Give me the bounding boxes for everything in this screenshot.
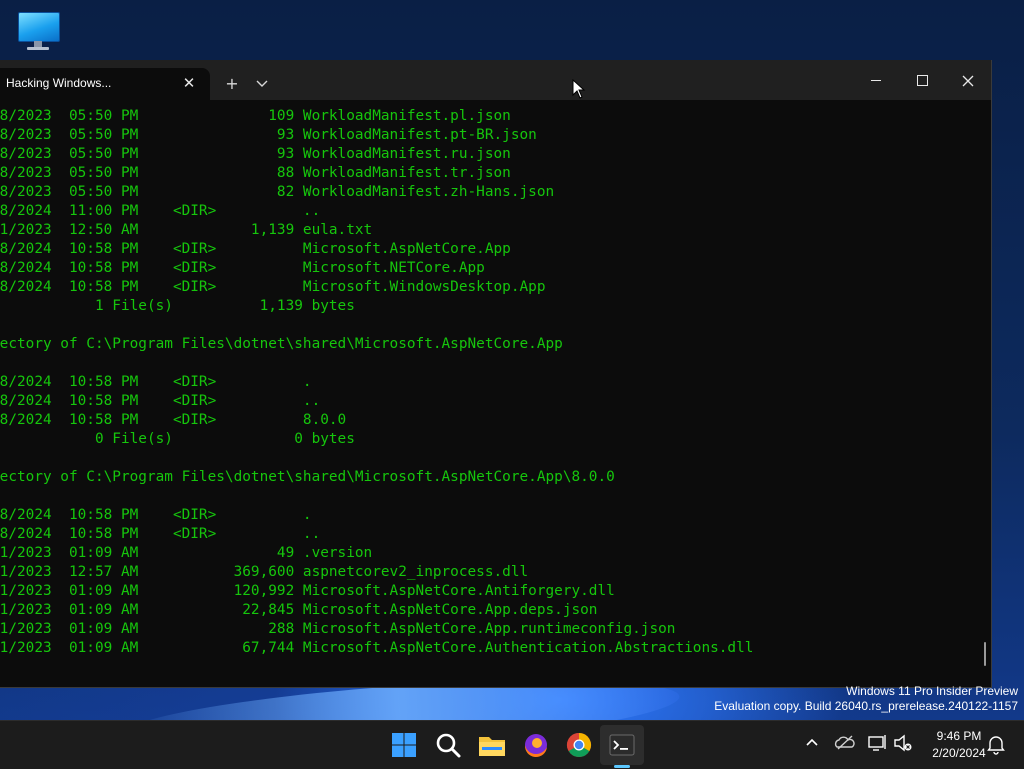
watermark-line-2: Evaluation copy. Build 26040.rs_prerelea…	[714, 699, 1018, 713]
maximize-button[interactable]	[899, 60, 945, 100]
console-line: 28/2023 05:50 PM 93 WorkloadManifest.ru.…	[0, 146, 511, 162]
onedrive-offline-icon[interactable]	[833, 731, 857, 755]
console-line: 28/2023 05:50 PM 88 WorkloadManifest.tr.…	[0, 165, 511, 181]
evaluation-watermark: Windows 11 Pro Insider Preview Evaluatio…	[714, 684, 1018, 714]
console-line: 28/2024 10:58 PM <DIR> Microsoft.Windows…	[0, 279, 546, 295]
close-tab-icon[interactable]: ✕	[180, 74, 198, 92]
console-line: rectory of C:\Program Files\dotnet\share…	[0, 469, 615, 485]
console-line: 01/2023 01:09 AM 22,845 Microsoft.AspNet…	[0, 602, 598, 618]
minimize-icon	[871, 80, 881, 81]
volume-muted-icon[interactable]	[891, 731, 915, 755]
console-line: 28/2024 10:58 PM <DIR> Microsoft.AspNetC…	[0, 241, 511, 257]
console-line: 0 File(s) 0 bytes	[0, 431, 355, 447]
console-line: 28/2024 10:58 PM <DIR> 8.0.0	[0, 412, 347, 428]
network-icon[interactable]	[865, 731, 889, 755]
watermark-line-1: Windows 11 Pro Insider Preview	[846, 684, 1018, 698]
console-line: 28/2024 10:58 PM <DIR> Microsoft.NETCore…	[0, 260, 485, 276]
console-line: 01/2023 01:09 AM 49 .version	[0, 545, 373, 561]
chevron-up-icon[interactable]	[800, 731, 824, 755]
console-line: 01/2023 01:09 AM 67,744 Microsoft.AspNet…	[0, 640, 754, 656]
taskbar: 9:46 PM 2/20/2024	[0, 720, 1024, 769]
console-line: 28/2023 05:50 PM 109 WorkloadManifest.pl…	[0, 108, 511, 124]
close-window-button[interactable]	[945, 60, 991, 100]
console-line: 1 File(s) 1,139 bytes	[0, 298, 355, 314]
console-line: 28/2024 11:00 PM <DIR> ..	[0, 203, 321, 219]
monitor-icon	[18, 12, 60, 42]
console-line: rectory of C:\Program Files\dotnet\share…	[0, 336, 563, 352]
console-line: 28/2024 10:58 PM <DIR> .	[0, 374, 312, 390]
console-output[interactable]: 28/2023 05:50 PM 109 WorkloadManifest.pl…	[0, 107, 980, 682]
console-line: 01/2023 01:09 AM 120,992 Microsoft.AspNe…	[0, 583, 615, 599]
terminal-window[interactable]: Hacking Windows... ✕ + 28/2023 05:50 PM …	[0, 60, 992, 688]
console-line: 28/2024 10:58 PM <DIR> ..	[0, 526, 321, 542]
tab-dropdown-chevron-icon[interactable]	[248, 72, 276, 96]
this-pc-desktop-icon[interactable]	[16, 10, 62, 52]
tab-hacking-windows[interactable]: Hacking Windows... ✕	[0, 68, 210, 100]
new-tab-button[interactable]: +	[218, 72, 246, 96]
console-line: 28/2023 05:50 PM 82 WorkloadManifest.zh-…	[0, 184, 555, 200]
console-line: 28/2024 10:58 PM <DIR> .	[0, 507, 312, 523]
console-line: 01/2023 12:57 AM 369,600 aspnetcorev2_in…	[0, 564, 529, 580]
firefox-icon[interactable]	[520, 729, 552, 761]
console-line: 28/2023 05:50 PM 93 WorkloadManifest.pt-…	[0, 127, 537, 143]
notification-bell-icon[interactable]	[985, 733, 1007, 755]
console-line: 28/2024 10:58 PM <DIR> ..	[0, 393, 321, 409]
close-icon	[962, 75, 974, 86]
start-icon[interactable]	[388, 729, 420, 761]
file-explorer-icon[interactable]	[476, 729, 508, 761]
title-bar[interactable]: Hacking Windows... ✕ +	[0, 60, 991, 100]
scrollbar-thumb[interactable]	[984, 642, 986, 666]
terminal-icon[interactable]	[606, 729, 638, 761]
console-line: 01/2023 12:50 AM 1,139 eula.txt	[0, 222, 373, 238]
minimize-button[interactable]	[853, 60, 899, 100]
console-line: 01/2023 01:09 AM 288 Microsoft.AspNetCor…	[0, 621, 676, 637]
maximize-icon	[916, 75, 928, 86]
chrome-icon[interactable]	[563, 729, 595, 761]
tab-title: Hacking Windows...	[6, 76, 112, 90]
search-icon[interactable]	[432, 729, 464, 761]
